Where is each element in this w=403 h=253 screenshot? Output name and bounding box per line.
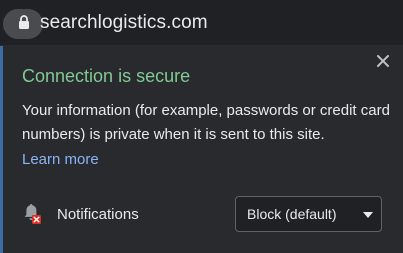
bell-blocked-icon [24,204,41,224]
permission-icon [22,202,44,226]
bubble-accent-border [0,46,3,253]
notifications-permission-select[interactable]: Block (default) [235,196,382,232]
lock-icon [19,15,29,29]
url-text[interactable]: searchlogistics.com [40,12,208,34]
connection-status-description: Your information (for example, passwords… [22,102,390,143]
select-value: Block (default) [247,206,337,222]
learn-more-link[interactable]: Learn more [22,149,99,171]
close-icon[interactable] [374,52,392,70]
connection-status-title: Connection is secure [22,66,191,86]
notifications-permission-label: Notifications [57,206,139,223]
chevron-down-icon [363,212,373,218]
